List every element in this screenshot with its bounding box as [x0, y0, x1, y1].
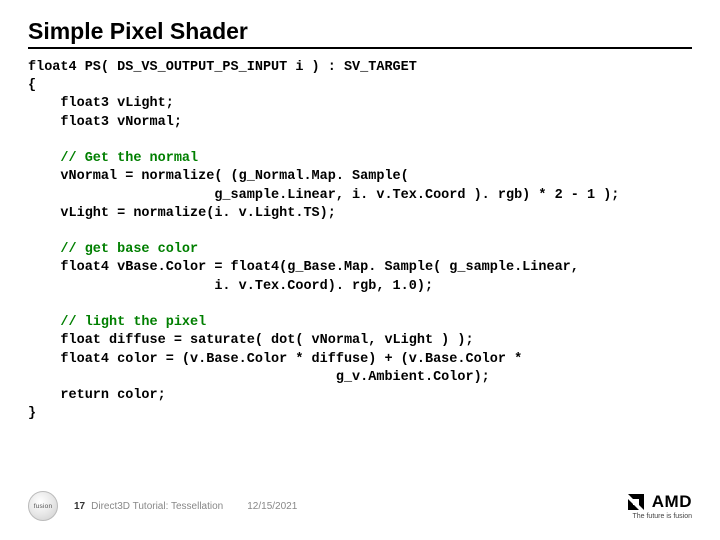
page-number: 17 — [74, 501, 85, 512]
amd-arrow-icon — [626, 492, 646, 512]
code-line: g_sample.Linear, i. v.Tex.Coord ). rgb) … — [28, 188, 619, 203]
amd-tagline: The future is fusion — [632, 513, 692, 520]
code-line: { — [28, 78, 36, 93]
footer-title: Direct3D Tutorial: Tessellation — [91, 501, 223, 512]
code-line: vNormal = normalize( (g_Normal.Map. Samp… — [28, 169, 409, 184]
footer-date: 12/15/2021 — [247, 501, 297, 512]
code-line: } — [28, 406, 36, 421]
footer: fusion 17 Direct3D Tutorial: Tessellatio… — [0, 486, 720, 526]
code-line: float4 color = (v.Base.Color * diffuse) … — [28, 352, 522, 367]
code-line: vLight = normalize(i. v.Light.TS); — [28, 206, 336, 221]
code-comment: // get base color — [28, 242, 198, 257]
code-line: float4 PS( DS_VS_OUTPUT_PS_INPUT i ) : S… — [28, 60, 417, 75]
code-block: float4 PS( DS_VS_OUTPUT_PS_INPUT i ) : S… — [28, 59, 692, 423]
code-line: float3 vNormal; — [28, 115, 182, 130]
code-line: i. v.Tex.Coord). rgb, 1.0); — [28, 279, 433, 294]
slide-title: Simple Pixel Shader — [28, 18, 692, 45]
code-line: float4 vBase.Color = float4(g_Base.Map. … — [28, 260, 579, 275]
code-line: float diffuse = saturate( dot( vNormal, … — [28, 333, 474, 348]
code-comment: // Get the normal — [28, 151, 198, 166]
code-line: return color; — [28, 388, 166, 403]
fusion-badge-icon: fusion — [28, 491, 58, 521]
code-line: g_v.Ambient.Color); — [28, 370, 490, 385]
amd-wordmark: AMD — [652, 492, 692, 512]
code-comment: // light the pixel — [28, 315, 206, 330]
slide-body: Simple Pixel Shader float4 PS( DS_VS_OUT… — [0, 0, 720, 423]
fusion-badge-text: fusion — [34, 503, 53, 510]
title-rule — [28, 47, 692, 49]
amd-logo: AMD The future is fusion — [626, 492, 692, 520]
amd-logo-block: AMD The future is fusion — [626, 492, 692, 520]
code-line: float3 vLight; — [28, 96, 174, 111]
